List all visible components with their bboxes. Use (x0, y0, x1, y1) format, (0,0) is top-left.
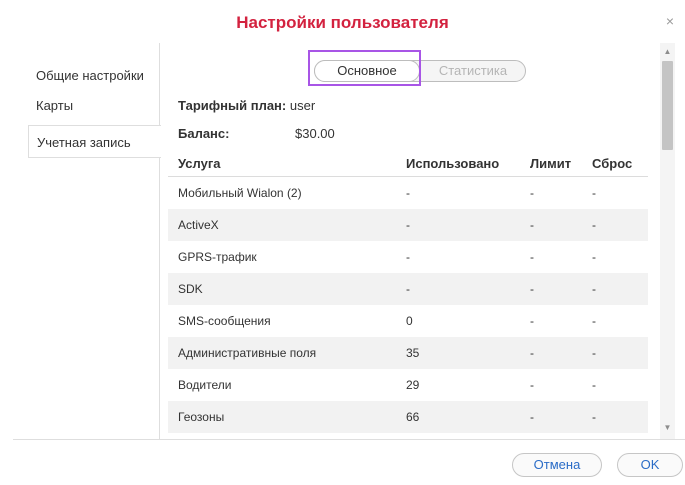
close-icon[interactable]: × (663, 14, 677, 28)
dialog-title: Настройки пользователя (236, 13, 449, 32)
footer-divider (13, 439, 685, 440)
table-header: Услуга Использовано Лимит Сброс (168, 150, 648, 177)
cell-reset: - (592, 346, 596, 360)
cell-service: Административные поля (178, 346, 317, 360)
plan-row: Тарифный план: user (178, 98, 315, 113)
cell-used: - (406, 250, 410, 264)
sidebar: Общие настройки Карты Учетная запись (28, 43, 161, 439)
cell-used: 35 (406, 346, 420, 360)
cell-limit: - (530, 410, 534, 424)
cell-used: 0 (406, 314, 413, 328)
header-service[interactable]: Услуга (178, 156, 220, 171)
table-row: SDK - - - (168, 273, 648, 305)
vertical-scrollbar[interactable]: ▲ ▼ (660, 43, 675, 439)
table-row: Геозоны 66 - - (168, 401, 648, 433)
cancel-button[interactable]: Отмена (512, 453, 602, 477)
cell-reset: - (592, 314, 596, 328)
table-row: Мобильный Wialon (2) - - - (168, 177, 648, 209)
cell-used: - (406, 282, 410, 296)
cell-service: ActiveX (178, 218, 219, 232)
cell-used: 29 (406, 378, 420, 392)
tab-main[interactable]: Основное (314, 60, 420, 82)
cell-limit: - (530, 378, 534, 392)
table-row: Водители 29 - - (168, 369, 648, 401)
cell-reset: - (592, 410, 596, 424)
plan-value: user (289, 98, 316, 113)
cell-reset: - (592, 282, 596, 296)
scrollbar-thumb[interactable] (662, 61, 673, 150)
scroll-up-icon[interactable]: ▲ (660, 45, 675, 59)
cell-service: Геозоны (178, 410, 225, 424)
table-row: SMS-сообщения 0 - - (168, 305, 648, 337)
cell-limit: - (530, 250, 534, 264)
cell-service: Водители (178, 378, 232, 392)
balance-value: $30.00 (295, 126, 335, 141)
sidebar-item-account[interactable]: Учетная запись (28, 125, 161, 158)
table-row: Административные поля 35 - - (168, 337, 648, 369)
cell-reset: - (592, 186, 596, 200)
table-row: ActiveX - - - (168, 209, 648, 241)
cell-service: GPRS-трафик (178, 250, 257, 264)
ok-button[interactable]: OK (617, 453, 683, 477)
cell-used: - (406, 218, 410, 232)
services-table: Услуга Использовано Лимит Сброс Мобильны… (168, 150, 648, 433)
balance-label: Баланс: (178, 126, 230, 141)
cell-reset: - (592, 218, 596, 232)
header-reset[interactable]: Сброс (592, 156, 632, 171)
scroll-down-icon[interactable]: ▼ (660, 421, 675, 435)
tab-switcher: Основное Статистика (314, 60, 526, 82)
balance-row: Баланс: $30.00 (178, 126, 335, 141)
content-divider (159, 43, 160, 439)
table-row: GPRS-трафик - - - (168, 241, 648, 273)
sidebar-item-general-settings[interactable]: Общие настройки (28, 59, 159, 92)
cell-limit: - (530, 314, 534, 328)
cell-used: 66 (406, 410, 420, 424)
header-limit[interactable]: Лимит (530, 156, 571, 171)
cell-limit: - (530, 346, 534, 360)
header-used[interactable]: Использовано (406, 156, 499, 171)
cell-reset: - (592, 250, 596, 264)
tab-statistics[interactable]: Статистика (421, 61, 525, 81)
cell-used: - (406, 186, 410, 200)
cell-service: SMS-сообщения (178, 314, 271, 328)
sidebar-item-maps[interactable]: Карты (28, 89, 159, 122)
cell-reset: - (592, 378, 596, 392)
cell-limit: - (530, 282, 534, 296)
cell-limit: - (530, 186, 534, 200)
cell-service: SDK (178, 282, 203, 296)
cell-service: Мобильный Wialon (2) (178, 186, 302, 200)
cell-limit: - (530, 218, 534, 232)
plan-label: Тарифный план: (178, 98, 287, 113)
